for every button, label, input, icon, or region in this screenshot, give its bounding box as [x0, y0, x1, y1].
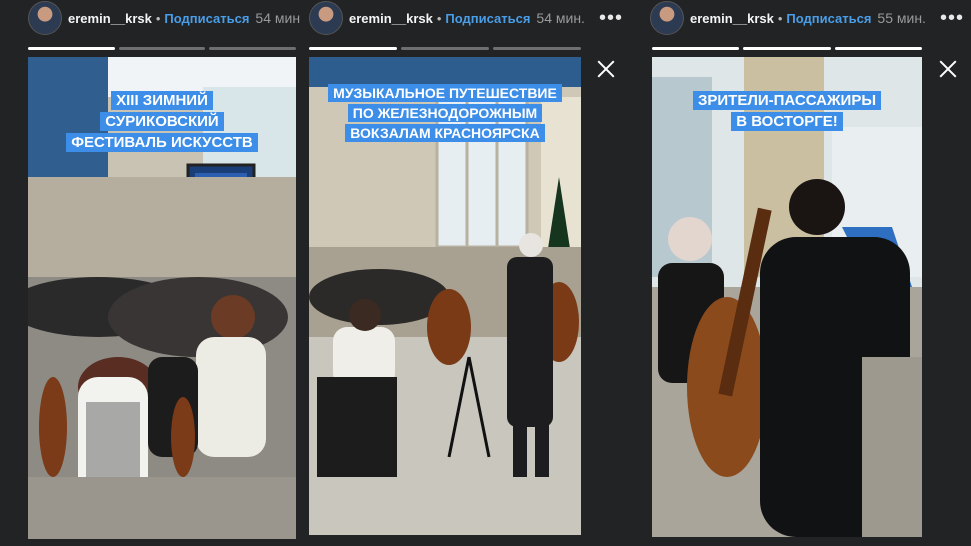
- follow-button[interactable]: Подписаться: [445, 11, 530, 26]
- story-panel-2[interactable]: eremin__krsk • Подписаться 54 мин. ••• М…: [305, 0, 622, 546]
- story-caption: XIII ЗИМНИЙ СУРИКОВСКИЙ ФЕСТИВАЛЬ ИСКУСС…: [28, 90, 296, 153]
- story-panel-1[interactable]: eremin__krsk • Подписаться 54 мин XIII З…: [0, 0, 305, 546]
- story-caption: ЗРИТЕЛИ-ПАССАЖИРЫ В ВОСТОРГЕ!: [652, 90, 922, 132]
- story-progress: [652, 47, 922, 50]
- more-icon[interactable]: •••: [940, 8, 964, 28]
- story-progress: [28, 47, 297, 50]
- progress-segment: [493, 47, 581, 50]
- separator-dot: •: [777, 10, 783, 26]
- avatar[interactable]: [28, 1, 62, 35]
- caption-line: ФЕСТИВАЛЬ ИСКУССТВ: [66, 133, 258, 152]
- avatar[interactable]: [309, 1, 343, 35]
- story-caption: МУЗЫКАЛЬНОЕ ПУТЕШЕСТВИЕ ПО ЖЕЛЕЗНОДОРОЖН…: [309, 83, 581, 143]
- story-progress: [309, 47, 581, 50]
- username[interactable]: eremin__krsk: [349, 11, 433, 26]
- timestamp: 54 мин.: [536, 10, 585, 26]
- progress-segment: [834, 47, 922, 50]
- progress-segment: [309, 47, 397, 50]
- timestamp: 54 мин: [255, 10, 301, 26]
- caption-line: СУРИКОВСКИЙ: [100, 112, 224, 131]
- progress-segment: [652, 47, 740, 50]
- progress-segment: [28, 47, 115, 50]
- story-header: eremin__krsk • Подписаться 54 мин: [28, 0, 300, 36]
- avatar[interactable]: [650, 1, 684, 35]
- story-header: eremin__krsk • Подписаться 55 мин. •••: [650, 0, 964, 36]
- progress-segment: [743, 47, 831, 50]
- username[interactable]: eremin__krsk: [690, 11, 774, 26]
- close-icon[interactable]: [937, 58, 959, 80]
- follow-button[interactable]: Подписаться: [164, 11, 249, 26]
- story-media[interactable]: XIII ЗИМНИЙ СУРИКОВСКИЙ ФЕСТИВАЛЬ ИСКУСС…: [28, 57, 296, 539]
- caption-line: XIII ЗИМНИЙ: [111, 91, 213, 110]
- follow-button[interactable]: Подписаться: [786, 11, 871, 26]
- story-header: eremin__krsk • Подписаться 54 мин. •••: [309, 0, 623, 36]
- story-panel-3[interactable]: eremin__krsk • Подписаться 55 мин. ••• З…: [640, 0, 971, 546]
- story-media[interactable]: ЗРИТЕЛИ-ПАССАЖИРЫ В ВОСТОРГЕ!: [652, 57, 922, 537]
- caption-line: В ВОСТОРГЕ!: [731, 112, 843, 131]
- separator-dot: •: [155, 10, 161, 26]
- story-media[interactable]: МУЗЫКАЛЬНОЕ ПУТЕШЕСТВИЕ ПО ЖЕЛЕЗНОДОРОЖН…: [309, 57, 581, 535]
- progress-segment: [209, 47, 297, 50]
- more-icon[interactable]: •••: [599, 8, 623, 28]
- separator-dot: •: [436, 10, 442, 26]
- caption-line: ПО ЖЕЛЕЗНОДОРОЖНЫМ: [347, 104, 543, 122]
- progress-segment: [118, 47, 206, 50]
- progress-segment: [401, 47, 489, 50]
- caption-line: МУЗЫКАЛЬНОЕ ПУТЕШЕСТВИЕ: [328, 84, 562, 102]
- caption-line: ЗРИТЕЛИ-ПАССАЖИРЫ: [692, 91, 882, 110]
- timestamp: 55 мин.: [877, 10, 926, 26]
- caption-line: ВОКЗАЛАМ КРАСНОЯРСКА: [345, 124, 545, 142]
- username[interactable]: eremin__krsk: [68, 11, 152, 26]
- close-icon[interactable]: [595, 58, 617, 80]
